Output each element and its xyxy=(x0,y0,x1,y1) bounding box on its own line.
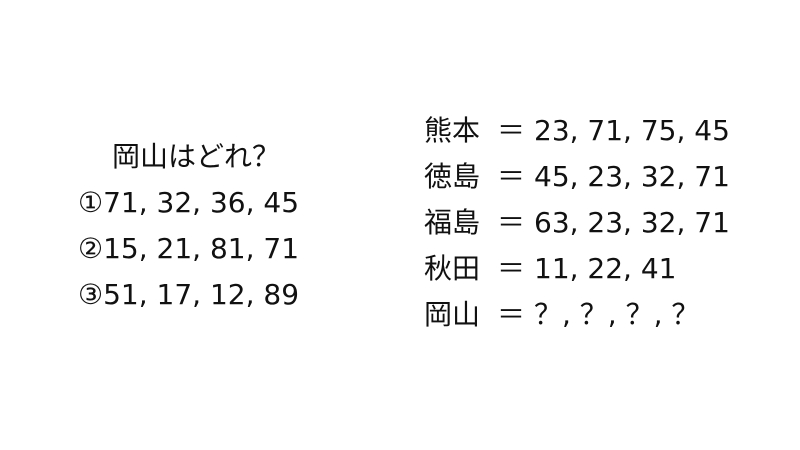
puzzle-slide: 岡山はどれ？ ①71, 32, 36, 45 ②15, 21, 81, 71 ③… xyxy=(0,0,800,450)
clue-values: 23, 71, 75, 45 xyxy=(534,114,730,147)
prefecture-name: 福島 xyxy=(424,206,481,239)
clue-values: 11, 22, 41 xyxy=(534,252,677,285)
equals-sign: ＝ xyxy=(496,206,525,239)
answer-option-3: ③51, 17, 12, 89 xyxy=(78,278,300,311)
clue-values: 63, 23, 32, 71 xyxy=(534,206,730,239)
prefecture-name: 熊本 xyxy=(424,114,481,147)
answer-option-2: ②15, 21, 81, 71 xyxy=(78,232,300,265)
prefecture-name: 徳島 xyxy=(424,160,481,193)
clues-list: 熊本 ＝ 23, 71, 75, 45 徳島 ＝ 45, 23, 32, 71 … xyxy=(424,108,784,338)
clue-row-unknown: 岡山 ＝ ？, ？, ？, ？ xyxy=(424,292,784,338)
equals-sign: ＝ xyxy=(496,160,525,193)
answer-option-1: ①71, 32, 36, 45 xyxy=(78,186,300,219)
equals-sign: ＝ xyxy=(496,298,525,331)
answer-options: ①71, 32, 36, 45 ②15, 21, 81, 71 ③51, 17,… xyxy=(78,180,348,318)
clue-values: 45, 23, 32, 71 xyxy=(534,160,730,193)
prefecture-name: 秋田 xyxy=(424,252,481,285)
clue-row: 福島 ＝ 63, 23, 32, 71 xyxy=(424,200,784,246)
question-block: 岡山はどれ？ ①71, 32, 36, 45 ②15, 21, 81, 71 ③… xyxy=(78,134,348,318)
clue-row: 秋田 ＝ 11, 22, 41 xyxy=(424,246,784,292)
question-title: 岡山はどれ？ xyxy=(112,140,281,173)
clue-values: ？, ？, ？, ？ xyxy=(534,298,700,331)
equals-sign: ＝ xyxy=(496,252,525,285)
prefecture-name: 岡山 xyxy=(424,298,481,331)
clue-row: 徳島 ＝ 45, 23, 32, 71 xyxy=(424,154,784,200)
clue-row: 熊本 ＝ 23, 71, 75, 45 xyxy=(424,108,784,154)
equals-sign: ＝ xyxy=(496,114,525,147)
